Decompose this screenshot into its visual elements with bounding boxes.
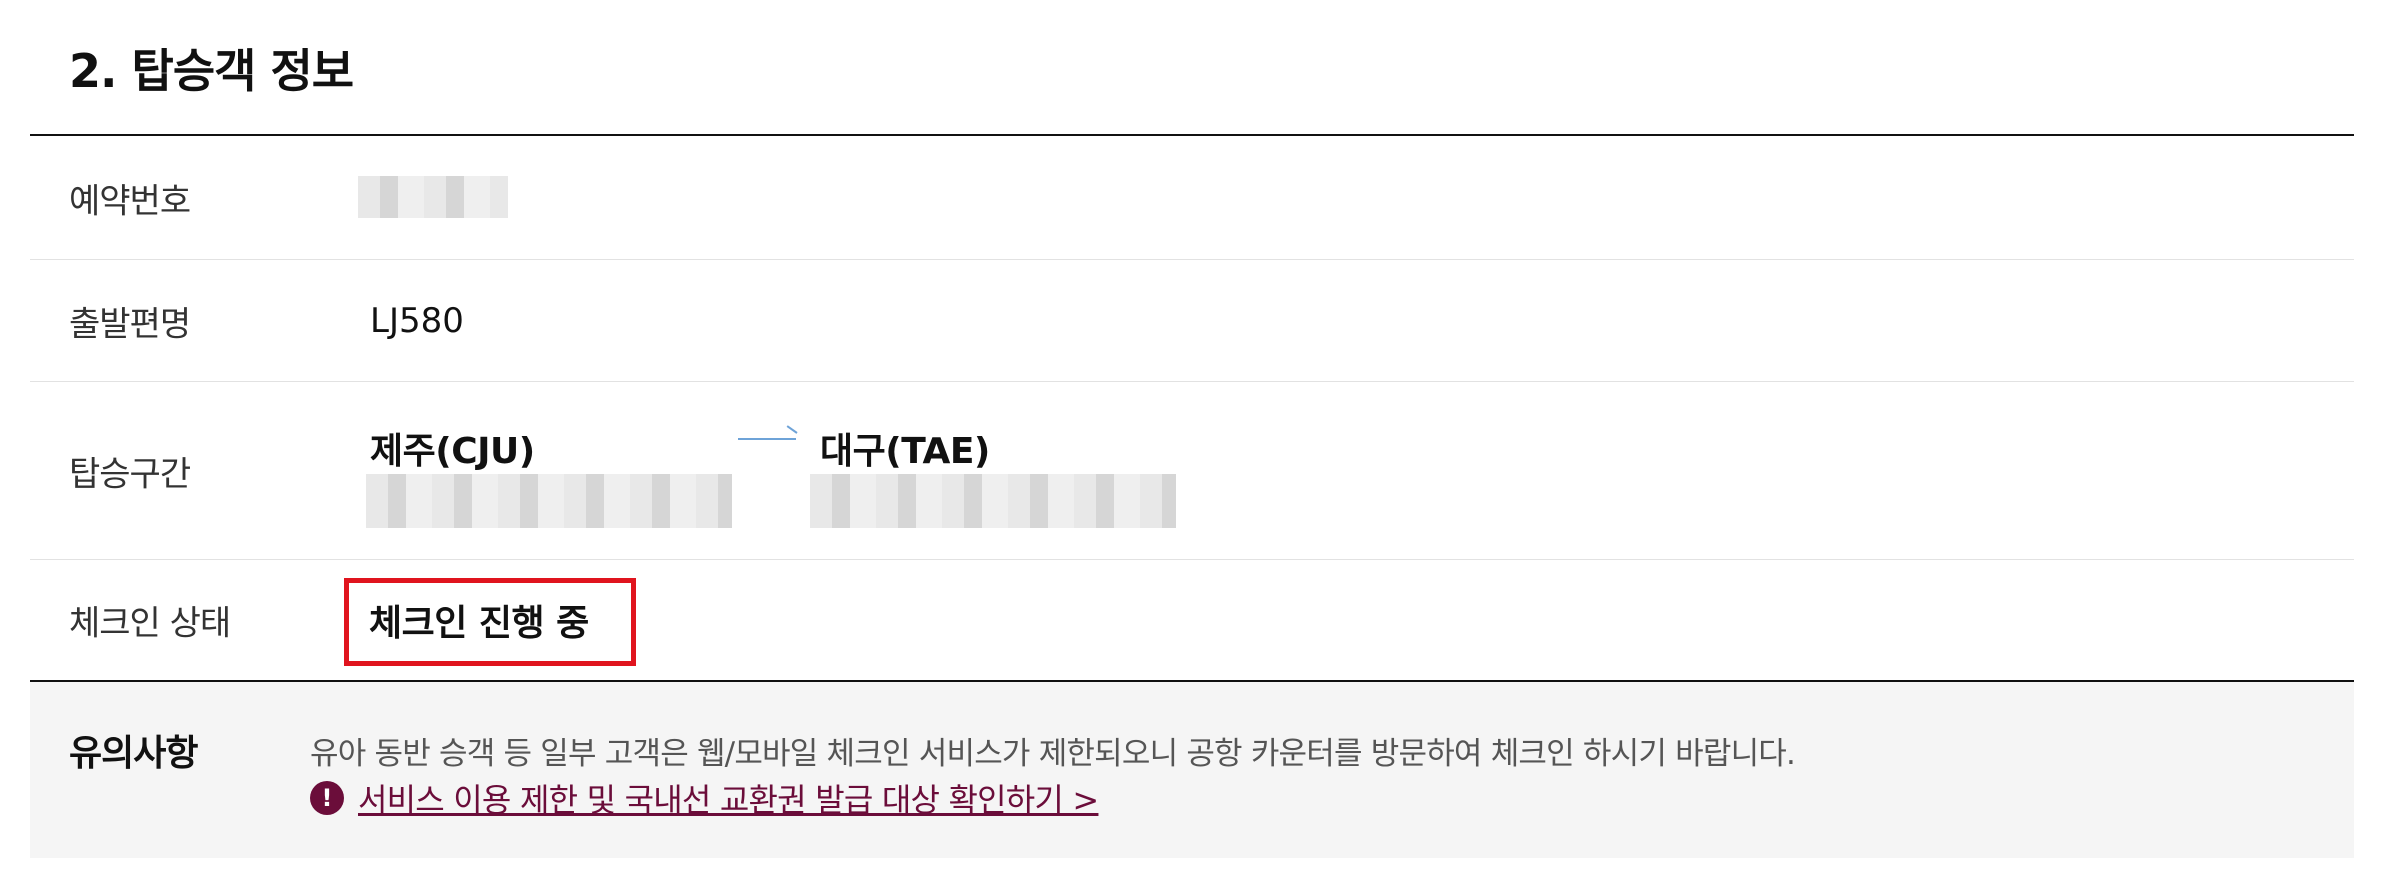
passenger-info-table: 예약번호 출발편명 LJ580 탑승구간 제주(CJU) 대구(TAE) 체크인… xyxy=(30,134,2354,682)
notice-link-row[interactable]: ! 서비스 이용 제한 및 국내선 교환권 발급 대상 확인하기 > xyxy=(310,775,1099,821)
passenger-info-page: 2. 탑승객 정보 예약번호 출발편명 LJ580 탑승구간 제주(CJU) 대… xyxy=(0,0,2388,894)
exclamation-circle-icon: ! xyxy=(310,781,344,815)
route-origin: 제주(CJU) xyxy=(370,431,535,472)
notice-text: 유아 동반 승객 등 일부 고객은 웹/모바일 체크인 서비스가 제한되오니 공… xyxy=(310,736,1796,772)
checkin-status-value: 체크인 진행 중 xyxy=(369,603,589,644)
flight-label: 출발편명 xyxy=(69,304,191,344)
origin-details-redacted xyxy=(366,474,732,528)
notice-title: 유의사항 xyxy=(69,733,198,774)
checkin-status-label: 체크인 상태 xyxy=(69,603,231,644)
reservation-label: 예약번호 xyxy=(69,181,191,221)
notice-panel: 유의사항 유아 동반 승객 등 일부 고객은 웹/모바일 체크인 서비스가 제한… xyxy=(30,682,2354,858)
route-label: 탑승구간 xyxy=(69,454,191,494)
arrow-right-icon xyxy=(738,438,796,440)
reservation-number-redacted xyxy=(358,176,508,218)
section-title: 2. 탑승객 정보 xyxy=(69,44,354,98)
flight-number: LJ580 xyxy=(370,300,464,341)
flight-row: 출발편명 LJ580 xyxy=(30,260,2354,382)
destination-details-redacted xyxy=(810,474,1176,528)
route-row: 탑승구간 제주(CJU) 대구(TAE) xyxy=(30,382,2354,560)
route-destination: 대구(TAE) xyxy=(820,431,990,472)
checkin-status-row: 체크인 상태 체크인 진행 중 xyxy=(30,560,2354,682)
service-restriction-link[interactable]: 서비스 이용 제한 및 국내선 교환권 발급 대상 확인하기 > xyxy=(358,775,1099,821)
reservation-row: 예약번호 xyxy=(30,136,2354,260)
